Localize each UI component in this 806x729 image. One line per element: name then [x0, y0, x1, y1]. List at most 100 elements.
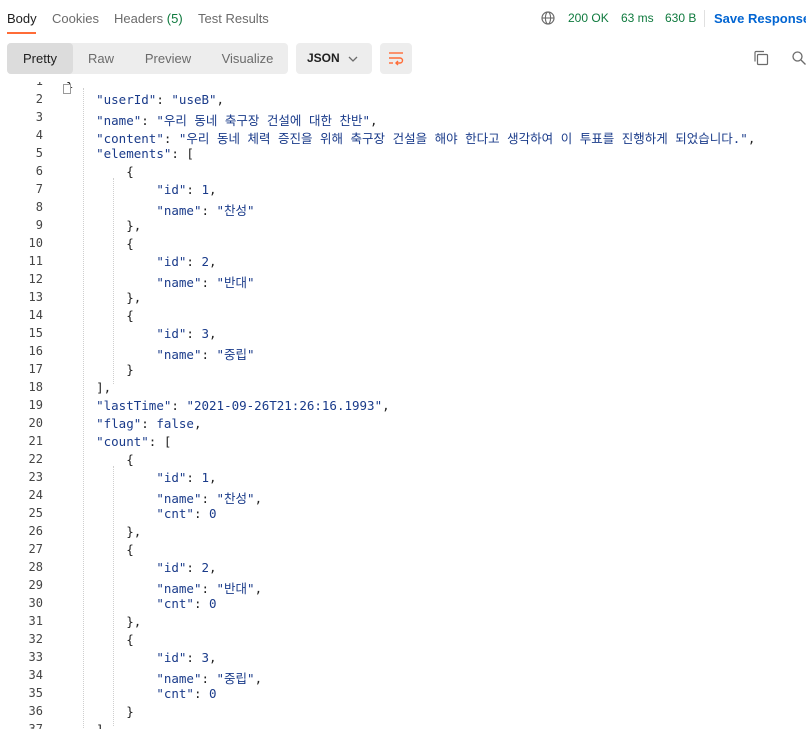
format-label: JSON: [307, 51, 340, 65]
indent-guide: [113, 466, 115, 726]
line-number: 9: [35, 218, 43, 232]
search-icon[interactable]: [792, 51, 806, 65]
line-number: 21: [28, 434, 43, 448]
line-number: 17: [28, 362, 43, 376]
code-line: "name": "반대",: [156, 581, 263, 596]
code-line: "name": "찬성",: [156, 491, 263, 506]
line-number: 15: [28, 326, 43, 340]
line-number: 5: [35, 146, 43, 160]
tab-cookies[interactable]: Cookies: [52, 11, 99, 26]
code-line: "userId": "useB",: [96, 92, 225, 107]
view-mode-switch: Pretty Raw Preview Visualize: [7, 43, 288, 74]
line-number: 24: [28, 488, 43, 502]
line-number: 7: [35, 182, 43, 196]
code-line: },: [66, 614, 142, 629]
code-line: "cnt": 0: [156, 506, 217, 521]
code-line: "id": 3,: [156, 326, 217, 341]
view-pretty[interactable]: Pretty: [7, 43, 73, 74]
line-number: 18: [28, 380, 43, 394]
line-number: 33: [28, 650, 43, 664]
code-line: "elements": [: [96, 146, 194, 161]
code-line: "name": "반대": [156, 275, 255, 290]
line-number: 10: [28, 236, 43, 250]
code-line: "name": "찬성": [156, 203, 255, 218]
code-line: "id": 3,: [156, 650, 217, 665]
response-toolbar: Pretty Raw Preview Visualize JSON: [0, 42, 806, 76]
code-line: "flag": false,: [96, 416, 202, 431]
code-line: {: [66, 542, 134, 557]
copy-icon[interactable]: [753, 50, 769, 66]
line-number: 1: [0, 82, 43, 88]
globe-icon[interactable]: [541, 11, 555, 25]
tab-headers[interactable]: Headers (5): [114, 11, 183, 26]
line-number: 3: [35, 110, 43, 124]
line-number: 22: [28, 452, 43, 466]
line-number: 20: [28, 416, 43, 430]
code-line: "cnt": 0: [156, 596, 217, 611]
code-line: "id": 2,: [156, 254, 217, 269]
active-tab-indicator: [7, 32, 36, 34]
indent-guide: [113, 178, 115, 384]
tab-headers-label: Headers: [114, 11, 164, 26]
code-line: {: [66, 308, 134, 323]
line-number: 37: [28, 722, 43, 729]
indent-guide: [83, 88, 85, 729]
line-number: 8: [35, 200, 43, 214]
view-visualize[interactable]: Visualize: [207, 43, 288, 74]
response-size[interactable]: 630 B: [665, 11, 696, 25]
line-number: 16: [28, 344, 43, 358]
code-line: }: [66, 362, 134, 377]
divider: [704, 10, 705, 27]
view-raw[interactable]: Raw: [73, 43, 129, 74]
code-line: "name": "중립",: [156, 671, 263, 686]
code-line: "id": 1,: [156, 470, 217, 485]
format-dropdown[interactable]: JSON: [296, 43, 372, 74]
code-line: "lastTime": "2021-09-26T21:26:16.1993",: [96, 398, 390, 413]
line-number: 6: [35, 164, 43, 178]
response-time[interactable]: 63 ms: [621, 11, 654, 25]
line-number: 25: [28, 506, 43, 520]
code-line: "content": "우리 동네 체력 증진을 위해 축구장 건설을 해야 한…: [96, 131, 756, 146]
code-line: ],: [66, 380, 112, 395]
code-line: },: [66, 218, 142, 233]
line-number: 19: [28, 398, 43, 412]
status-code[interactable]: 200 OK: [568, 11, 609, 25]
code-line: {: [66, 632, 134, 647]
line-number: 27: [28, 542, 43, 556]
tab-test-results[interactable]: Test Results: [198, 11, 269, 26]
line-number: 29: [28, 578, 43, 592]
headers-count-badge: (5): [166, 11, 183, 26]
line-number: 36: [28, 704, 43, 718]
line-number: 32: [28, 632, 43, 646]
code-line: {: [66, 236, 134, 251]
line-number: 28: [28, 560, 43, 574]
code-line: "name": "중립": [156, 347, 255, 362]
line-number: 30: [28, 596, 43, 610]
code-line: "count": [: [96, 434, 172, 449]
line-number: 13: [28, 290, 43, 304]
tab-body[interactable]: Body: [7, 11, 37, 26]
code-line: "id": 2,: [156, 560, 217, 575]
code-line: }: [66, 704, 134, 719]
response-body-viewer[interactable]: 1 {2 "userId": "useB", 3 "name": "우리 동네 축구…: [0, 82, 806, 729]
wrap-lines-icon: [389, 52, 404, 66]
line-number: 2: [35, 92, 43, 106]
code-line: ]: [66, 722, 104, 729]
wrap-lines-button[interactable]: [380, 43, 412, 74]
line-number: 26: [28, 524, 43, 538]
fold-marker-icon[interactable]: [63, 84, 71, 94]
line-number: 34: [28, 668, 43, 682]
line-number: 12: [28, 272, 43, 286]
code-line: },: [66, 290, 142, 305]
response-tab-bar: Body Cookies Headers (5) Test Results 20…: [0, 0, 806, 36]
line-number: 35: [28, 686, 43, 700]
code-line: },: [66, 524, 142, 539]
save-response-button[interactable]: Save Response: [714, 11, 806, 26]
code-line: "cnt": 0: [156, 686, 217, 701]
chevron-down-icon: [348, 56, 358, 62]
line-number: 4: [35, 128, 43, 142]
line-number: 11: [28, 254, 43, 268]
line-number: 31: [28, 614, 43, 628]
view-preview[interactable]: Preview: [129, 43, 207, 74]
code-line: "id": 1,: [156, 182, 217, 197]
